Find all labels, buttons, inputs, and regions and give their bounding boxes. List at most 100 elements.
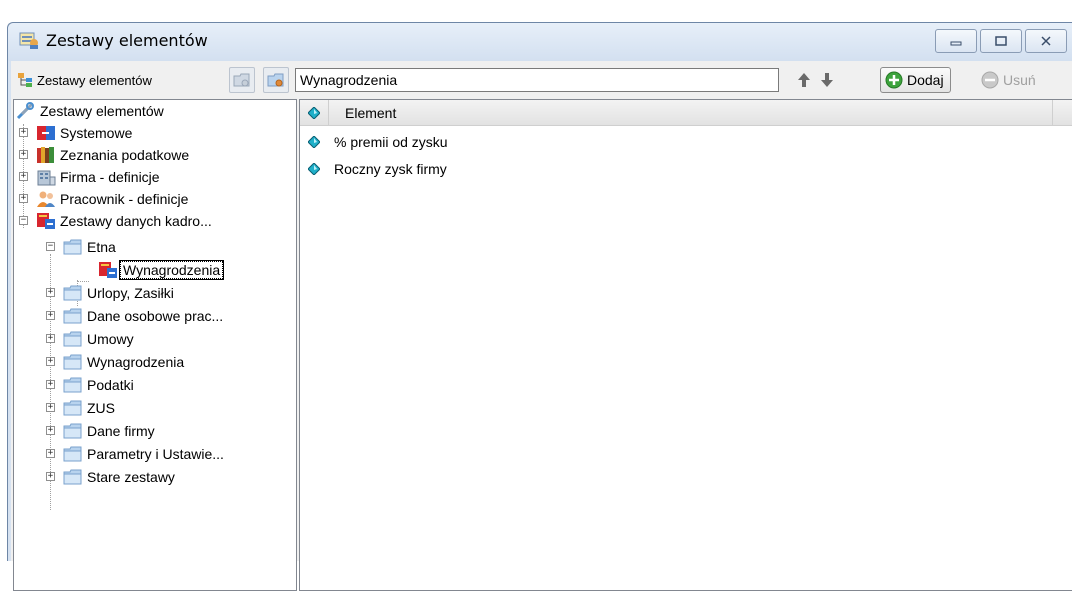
expand-icon[interactable]: + <box>19 150 28 159</box>
tree-item-zus[interactable]: + ZUS <box>43 397 115 419</box>
minimize-icon <box>950 41 962 46</box>
tree-item-label: Wynagrodzenia <box>118 260 225 280</box>
tree-item-label: Zeznania podatkowe <box>60 147 190 163</box>
tree-item-zeznania[interactable]: + Zeznania podatkowe <box>16 144 189 166</box>
main-window: Zestawy elementów Zestawy elementów Wyna… <box>7 22 1072 591</box>
tree-item-label: Dane osobowe prac... <box>87 308 224 324</box>
system-set-icon <box>37 126 55 140</box>
move-up-button[interactable] <box>794 69 814 91</box>
remove-button[interactable]: Usuń <box>977 67 1042 93</box>
tree-root[interactable]: Zestawy elementów <box>16 100 164 122</box>
minus-circle-icon <box>981 71 999 89</box>
tree-item-wynagrodzenia[interactable]: + Wynagrodzenia <box>43 351 184 373</box>
tree-item-stare-zestawy[interactable]: + Stare zestawy <box>43 466 175 488</box>
tree-item-urlopy[interactable]: + Urlopy, Zasiłki <box>43 282 174 304</box>
tree-item-parametry[interactable]: + Parametry i Ustawie... <box>43 443 224 465</box>
arrow-down-icon <box>821 73 833 87</box>
expand-icon[interactable]: + <box>46 311 55 320</box>
tree-item-dane-firmy[interactable]: + Dane firmy <box>43 420 155 442</box>
app-icon <box>19 32 38 49</box>
diamond-icon <box>308 107 320 119</box>
remove-button-label: Usuń <box>1003 72 1036 88</box>
folder-icon <box>63 331 82 347</box>
tree-item-podatki[interactable]: + Podatki <box>43 374 134 396</box>
expand-icon[interactable]: + <box>46 380 55 389</box>
expand-icon[interactable]: + <box>46 472 55 481</box>
move-down-button[interactable] <box>817 69 837 91</box>
collapse-icon[interactable]: − <box>19 216 28 225</box>
tree-item-label: Firma - definicje <box>60 169 160 185</box>
tree-item-label: Stare zestawy <box>87 469 175 485</box>
books-icon <box>37 147 54 163</box>
tree-item-label: Umowy <box>87 331 134 347</box>
tree-item-zestawy-danych[interactable]: − Zestawy danych kadro... <box>16 210 212 232</box>
folder-icon <box>63 285 82 301</box>
close-icon <box>1041 36 1051 46</box>
folder-remove-icon <box>267 73 284 87</box>
list-header[interactable]: Element <box>300 100 1072 126</box>
list-item-label: Roczny zysk firmy <box>334 161 447 177</box>
tree-item-label: Parametry i Ustawie... <box>87 446 224 462</box>
maximize-icon <box>995 36 1007 46</box>
expand-icon[interactable]: + <box>46 288 55 297</box>
tree-item-etna[interactable]: − Etna <box>43 236 116 258</box>
new-folder-button[interactable] <box>229 67 255 93</box>
root-sets-label: Zestawy elementów <box>37 72 152 88</box>
expand-icon[interactable]: + <box>46 403 55 412</box>
column-header-element[interactable]: Element <box>345 105 396 121</box>
tree-root-label: Zestawy elementów <box>40 103 164 119</box>
tree-item-label: Systemowe <box>60 125 133 141</box>
folder-icon <box>63 354 82 370</box>
folder-icon <box>63 423 82 439</box>
window-title: Zestawy elementów <box>46 31 208 50</box>
list-item[interactable]: Roczny zysk firmy <box>300 156 447 182</box>
maximize-button[interactable] <box>980 29 1022 53</box>
expand-icon[interactable]: + <box>19 172 28 181</box>
tree-item-pracownik[interactable]: + Pracownik - definicje <box>16 188 188 210</box>
expand-icon[interactable]: + <box>19 194 28 203</box>
tree-item-label: ZUS <box>87 400 115 416</box>
tree-item-label: Urlopy, Zasiłki <box>87 285 174 301</box>
folder-icon <box>63 446 82 462</box>
expand-icon[interactable]: + <box>46 334 55 343</box>
path-field[interactable] <box>295 68 779 92</box>
title-bar[interactable]: Zestawy elementów <box>8 23 1072 61</box>
diamond-icon <box>308 136 320 148</box>
expand-icon[interactable]: + <box>46 357 55 366</box>
tree-item-firma[interactable]: + Firma - definicje <box>16 166 160 188</box>
add-button-label: Dodaj <box>907 72 944 88</box>
element-list[interactable]: Element % premii od zysku Roczny zysk fi… <box>299 99 1072 591</box>
tree-item-label: Zestawy danych kadro... <box>60 213 212 229</box>
root-sets-button[interactable]: Zestawy elementów <box>17 67 152 93</box>
folder-options-button[interactable] <box>263 67 289 93</box>
close-button[interactable] <box>1025 29 1067 53</box>
tree-item-umowy[interactable]: + Umowy <box>43 328 134 350</box>
add-button[interactable]: Dodaj <box>880 67 951 93</box>
tools-icon <box>16 102 34 120</box>
data-set-icon <box>37 213 55 229</box>
folder-icon <box>63 377 82 393</box>
tree-item-label: Etna <box>87 239 116 255</box>
list-item[interactable]: % premii od zysku <box>300 129 448 155</box>
collapse-icon[interactable]: − <box>46 242 55 251</box>
tree-item-dane-osobowe[interactable]: + Dane osobowe prac... <box>43 305 223 327</box>
expand-icon[interactable]: + <box>46 426 55 435</box>
client-area: Zestawy elementów Dodaj <box>11 61 1072 591</box>
folder-icon <box>63 400 82 416</box>
tree-item-wynagrodzenia-selected[interactable]: Wynagrodzenia <box>98 259 225 281</box>
tree-item-label: Podatki <box>87 377 134 393</box>
expand-icon[interactable]: + <box>19 128 28 137</box>
hierarchy-icon <box>18 73 32 87</box>
expand-icon[interactable]: + <box>46 449 55 458</box>
folder-add-icon <box>233 73 250 87</box>
tree-view[interactable]: Zestawy elementów + Systemowe + Zeznania… <box>13 99 297 591</box>
plus-circle-icon <box>885 71 903 89</box>
diamond-icon <box>308 163 320 175</box>
minimize-button[interactable] <box>935 29 977 53</box>
tree-item-systemowe[interactable]: + Systemowe <box>16 122 132 144</box>
list-item-label: % premii od zysku <box>334 134 448 150</box>
people-icon <box>37 191 55 207</box>
tree-item-label: Dane firmy <box>87 423 155 439</box>
arrow-up-icon <box>798 73 810 87</box>
tree-item-label: Pracownik - definicje <box>60 191 189 207</box>
